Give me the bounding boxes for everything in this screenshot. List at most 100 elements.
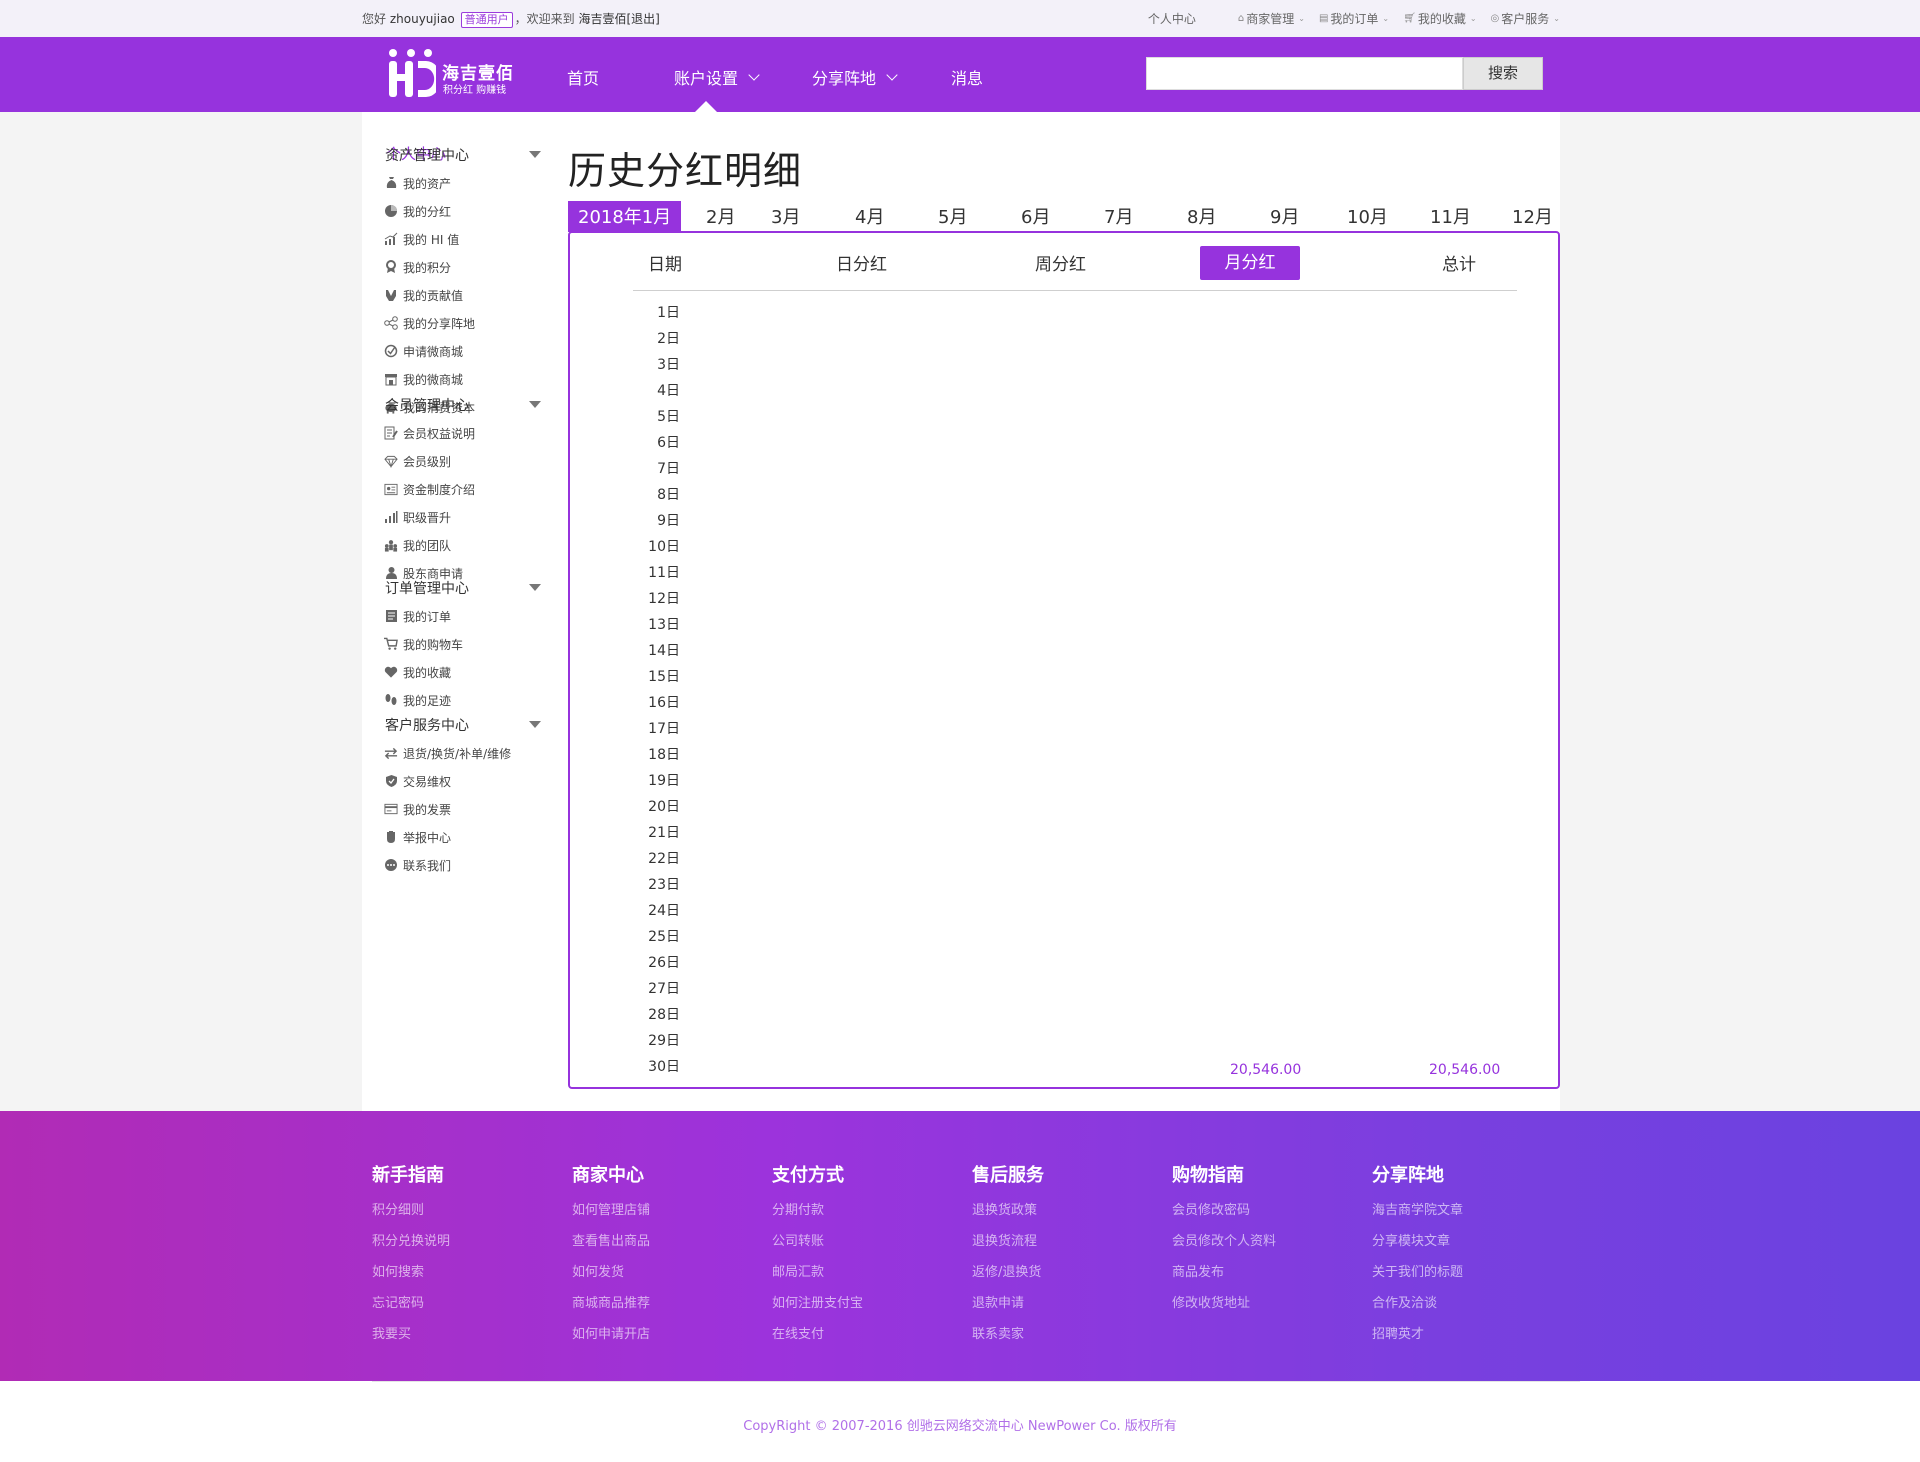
footer-link[interactable]: 邮局汇款 bbox=[772, 1261, 863, 1280]
sidebar-item-label: 我的分享阵地 bbox=[403, 316, 476, 331]
search-input[interactable] bbox=[1146, 57, 1463, 90]
month-tab[interactable]: 5月 bbox=[938, 201, 967, 232]
sidebar-item[interactable]: 会员级别 bbox=[384, 452, 451, 470]
cart-icon bbox=[384, 637, 398, 651]
month-tab[interactable]: 7月 bbox=[1104, 201, 1133, 232]
caret-down-icon[interactable] bbox=[529, 151, 541, 158]
sidebar-item[interactable]: 我的 HI 值 bbox=[384, 230, 459, 248]
sidebar-item[interactable]: 举报中心 bbox=[384, 828, 451, 846]
sidebar-item[interactable]: 我的足迹 bbox=[384, 691, 451, 709]
footer-link[interactable]: 如何管理店铺 bbox=[572, 1199, 650, 1218]
sidebar-item[interactable]: 我的收藏 bbox=[384, 663, 451, 681]
footer-link[interactable]: 退款申请 bbox=[972, 1292, 1044, 1311]
month-tab[interactable]: 12月 bbox=[1512, 201, 1553, 232]
footer-link[interactable]: 如何申请开店 bbox=[572, 1323, 650, 1342]
month-tab[interactable]: 2月 bbox=[706, 201, 735, 232]
sidebar-item[interactable]: 我的订单 bbox=[384, 607, 451, 625]
column-header[interactable]: 周分红 bbox=[1035, 250, 1086, 275]
sidebar-section-title[interactable]: 客户服务中心 bbox=[385, 715, 469, 735]
sidebar-item[interactable]: 我的微商城 bbox=[384, 370, 463, 388]
caret-down-icon[interactable] bbox=[529, 584, 541, 591]
month-tab[interactable]: 8月 bbox=[1187, 201, 1216, 232]
footer-link[interactable]: 忘记密码 bbox=[372, 1292, 450, 1311]
top-link-favorites[interactable]: 🛒︎ 我的收藏 ⌄ bbox=[1403, 10, 1476, 27]
nav-item-home[interactable]: 首页 bbox=[567, 65, 599, 89]
top-link-orders[interactable]: ▤ 我的订单 ⌄ bbox=[1319, 10, 1389, 27]
username[interactable]: zhouyujiao bbox=[390, 12, 455, 26]
sidebar-item[interactable]: 我的购物车 bbox=[384, 635, 463, 653]
footer-link[interactable]: 修改收货地址 bbox=[1172, 1292, 1276, 1311]
sidebar-item[interactable]: 交易维权 bbox=[384, 772, 451, 790]
sidebar-section-title[interactable]: 资产管理中心 bbox=[385, 145, 469, 165]
footer-link[interactable]: 我要买 bbox=[372, 1323, 450, 1342]
nav-item-messages[interactable]: 消息 bbox=[951, 65, 983, 89]
footer-link[interactable]: 商品发布 bbox=[1172, 1261, 1276, 1280]
footer-link[interactable]: 关于我们的标题 bbox=[1372, 1261, 1463, 1280]
footer-link[interactable]: 如何搜索 bbox=[372, 1261, 450, 1280]
sidebar-item[interactable]: 我的发票 bbox=[384, 800, 451, 818]
footer-link[interactable]: 联系卖家 bbox=[972, 1323, 1044, 1342]
footer-link[interactable]: 商城商品推荐 bbox=[572, 1292, 650, 1311]
nav-item-account-settings[interactable]: 账户设置 bbox=[674, 65, 760, 89]
sidebar-item[interactable]: 我的资产 bbox=[384, 174, 451, 192]
sidebar-item[interactable]: 申请微商城 bbox=[384, 342, 463, 360]
footer-link[interactable]: 查看售出商品 bbox=[572, 1230, 650, 1249]
month-tab[interactable]: 9月 bbox=[1270, 201, 1299, 232]
sidebar-item[interactable]: 我的积分 bbox=[384, 258, 451, 276]
footer-link[interactable]: 如何注册支付宝 bbox=[772, 1292, 863, 1311]
footer-link[interactable]: 合作及洽谈 bbox=[1372, 1292, 1463, 1311]
sidebar-item[interactable]: 职级晋升 bbox=[384, 508, 451, 526]
month-tab[interactable]: 2018年1月 bbox=[568, 201, 682, 232]
month-tab[interactable]: 6月 bbox=[1021, 201, 1050, 232]
column-header[interactable]: 月分红 bbox=[1200, 246, 1300, 280]
month-tab[interactable]: 11月 bbox=[1430, 201, 1471, 232]
footer-link[interactable]: 积分细则 bbox=[372, 1199, 450, 1218]
sidebar-item[interactable]: 联系我们 bbox=[384, 856, 451, 874]
top-link-service[interactable]: ◎ 客户服务 ⌄ bbox=[1491, 10, 1560, 27]
caret-down-icon[interactable] bbox=[529, 401, 541, 408]
footer-link[interactable]: 积分兑换说明 bbox=[372, 1230, 450, 1249]
column-header[interactable]: 总计 bbox=[1442, 250, 1476, 275]
logout-link[interactable]: [退出] bbox=[626, 12, 659, 26]
month-tab[interactable]: 3月 bbox=[771, 201, 800, 232]
top-link-personal-center[interactable]: 个人中心 bbox=[1148, 10, 1196, 27]
footer-link[interactable]: 分期付款 bbox=[772, 1199, 863, 1218]
footer-link[interactable]: 在线支付 bbox=[772, 1323, 863, 1342]
site-logo[interactable]: 海吉壹佰 积分红 购赚钱 bbox=[386, 47, 516, 103]
footer-link[interactable]: 公司转账 bbox=[772, 1230, 863, 1249]
sidebar-section-title[interactable]: 会员管理中心 bbox=[385, 395, 469, 415]
nav-label: 账户设置 bbox=[674, 69, 739, 88]
sidebar-item[interactable]: 会员权益说明 bbox=[384, 424, 475, 442]
sidebar-item[interactable]: 我的团队 bbox=[384, 536, 451, 554]
site-name[interactable]: 海吉壹佰 bbox=[578, 12, 626, 26]
footer-link[interactable]: 海吉商学院文章 bbox=[1372, 1199, 1463, 1218]
column-header[interactable]: 日分红 bbox=[836, 250, 887, 275]
footer-link[interactable]: 退换货流程 bbox=[972, 1230, 1044, 1249]
active-nav-pointer bbox=[695, 101, 717, 112]
footer-link[interactable]: 会员修改密码 bbox=[1172, 1199, 1276, 1218]
footer-link[interactable]: 退换货政策 bbox=[972, 1199, 1044, 1218]
sidebar-item[interactable]: 我的分红 bbox=[384, 202, 451, 220]
month-tab[interactable]: 4月 bbox=[855, 201, 884, 232]
id-card-icon bbox=[384, 482, 398, 496]
caret-down-icon[interactable] bbox=[529, 721, 541, 728]
top-link-merchant[interactable]: ⌂ 商家管理 ⌄ bbox=[1238, 10, 1305, 27]
column-header[interactable]: 日期 bbox=[648, 250, 682, 275]
sidebar-item[interactable]: 退货/换货/补单/维修 bbox=[384, 744, 511, 762]
shield-icon bbox=[384, 774, 398, 788]
sidebar-section-title[interactable]: 订单管理中心 bbox=[385, 578, 469, 598]
footer-link[interactable]: 返修/退换货 bbox=[972, 1261, 1044, 1280]
sidebar-item[interactable]: 我的贡献值 bbox=[384, 286, 463, 304]
footer-link[interactable]: 会员修改个人资料 bbox=[1172, 1230, 1276, 1249]
nav-item-share[interactable]: 分享阵地 bbox=[812, 65, 898, 89]
search-button[interactable]: 搜索 bbox=[1463, 57, 1543, 90]
month-tab[interactable]: 10月 bbox=[1347, 201, 1388, 232]
store-icon bbox=[384, 372, 398, 386]
footer-link[interactable]: 如何发货 bbox=[572, 1261, 650, 1280]
sidebar-item-label: 会员级别 bbox=[403, 454, 452, 469]
footer-link[interactable]: 招聘英才 bbox=[1372, 1323, 1463, 1342]
sidebar-item[interactable]: 我的分享阵地 bbox=[384, 314, 475, 332]
footer-link[interactable]: 分享模块文章 bbox=[1372, 1230, 1463, 1249]
footer-column: 购物指南 会员修改密码 会员修改个人资料 商品发布 修改收货地址 bbox=[1172, 1161, 1276, 1311]
sidebar-item[interactable]: 资金制度介绍 bbox=[384, 480, 475, 498]
